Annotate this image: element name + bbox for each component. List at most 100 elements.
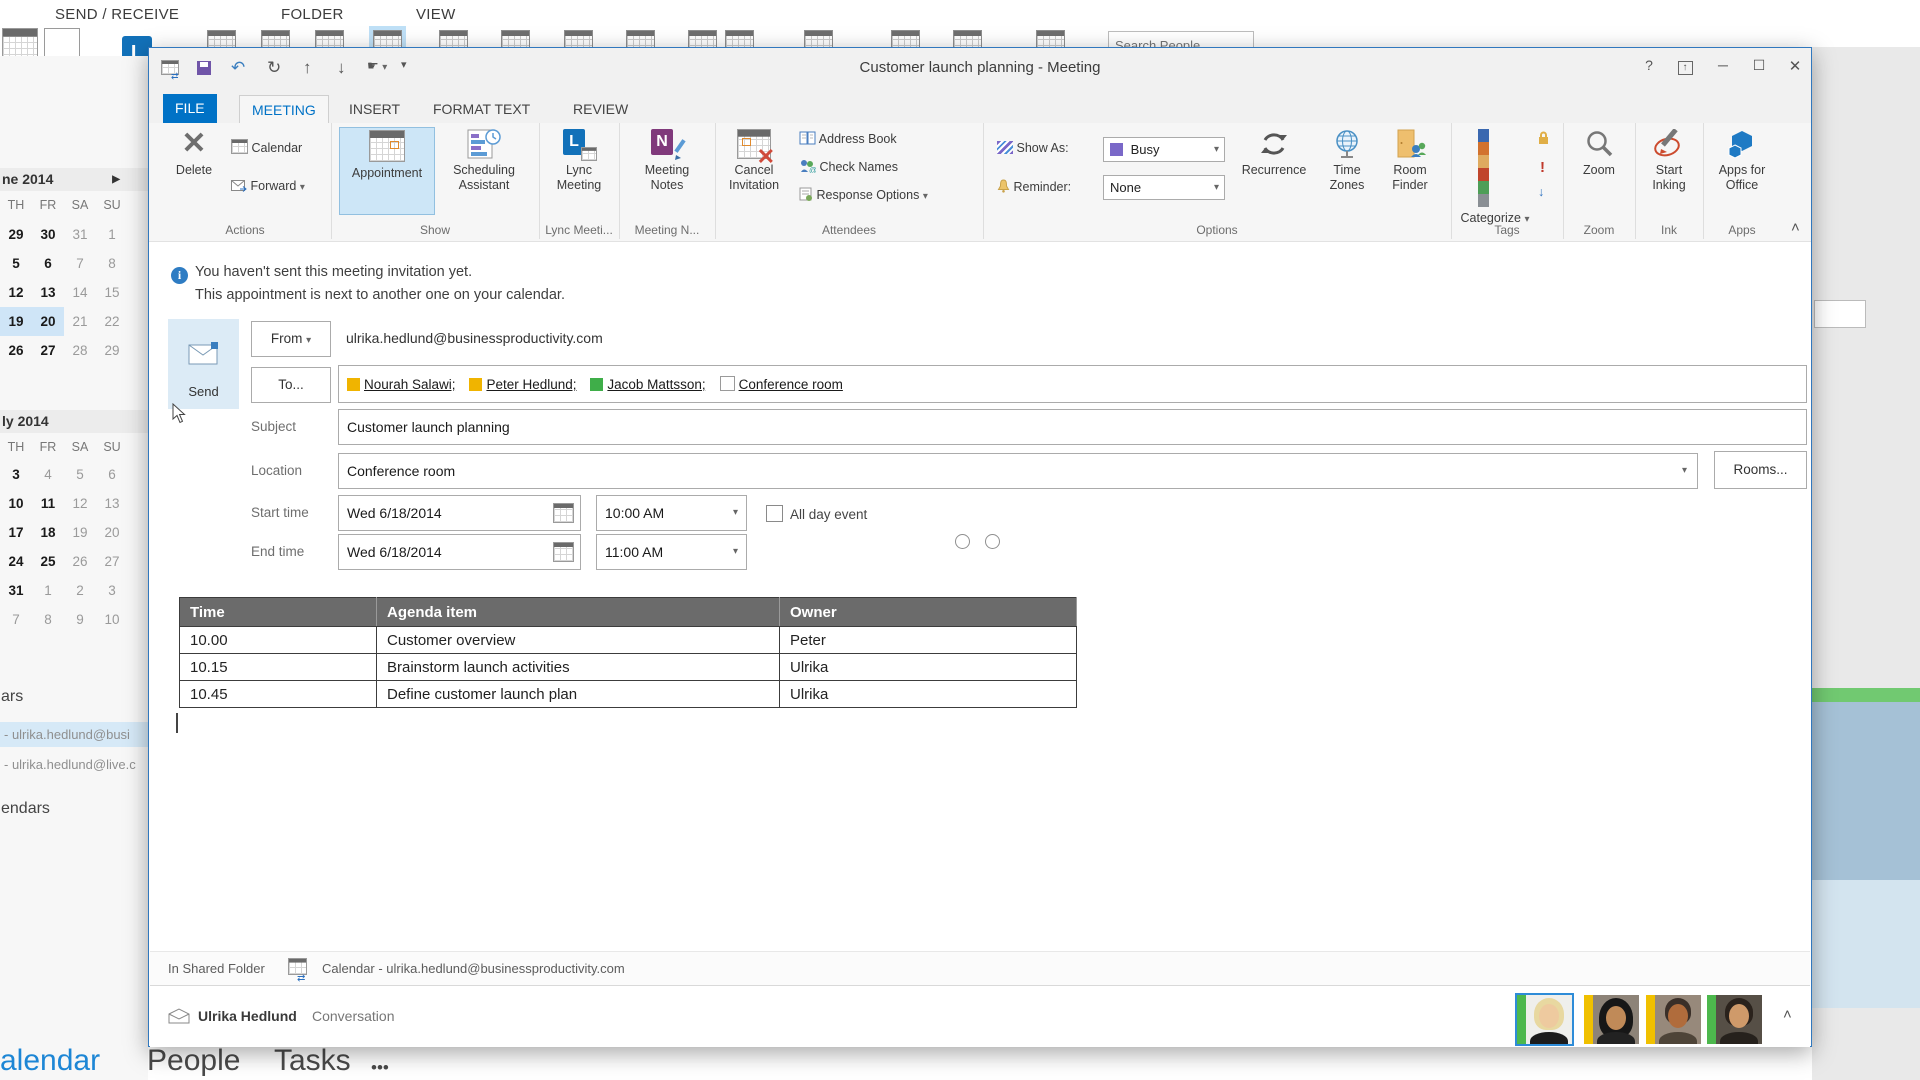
date-cell[interactable]: 29 [96,336,128,365]
response-options-button[interactable]: Response Options ▾ [799,187,928,202]
scheduling-assistant-button[interactable]: Scheduling Assistant [441,127,527,193]
rooms-button[interactable]: Rooms... [1714,451,1807,489]
cancel-invitation-button[interactable]: ✕ Cancel Invitation [721,127,787,193]
end-date-field[interactable]: Wed 6/18/2014 [338,534,581,570]
shared-calendar-path[interactable]: Calendar - ulrika.hedlund@businessproduc… [322,961,625,976]
date-cell[interactable]: 2 [64,576,96,605]
date-cell[interactable]: 7 [64,249,96,278]
date-cell[interactable]: 19 [64,518,96,547]
tab-meeting[interactable]: MEETING [239,95,329,123]
date-cell[interactable]: 5 [64,460,96,489]
recipient[interactable]: Nourah Salawi; [347,376,456,392]
date-cell[interactable]: 19 [0,307,32,336]
start-date-field[interactable]: Wed 6/18/2014 [338,495,581,531]
end-time-field[interactable]: 11:00 AM ▾ [596,534,747,570]
all-day-checkbox[interactable] [766,505,783,522]
tab-format-text[interactable]: FORMAT TEXT [421,95,542,123]
my-calendars-label[interactable]: ars [1,688,23,706]
date-cell[interactable]: 27 [32,336,64,365]
nav-people[interactable]: People [147,1044,240,1078]
help-icon[interactable]: ? [1635,57,1663,73]
tab-file[interactable]: FILE [163,94,217,123]
date-cell[interactable]: 18 [32,518,64,547]
date-cell[interactable]: 9 [64,605,96,634]
high-importance-button[interactable]: ! [1540,159,1545,176]
table-row[interactable]: 10.45 Define customer launch plan Ulrika [180,681,1077,708]
calendar-account-item[interactable]: - ulrika.hedlund@live.c [0,752,148,777]
private-button[interactable] [1537,131,1550,148]
location-field[interactable]: Conference room ▾ [338,453,1698,489]
tab-folder[interactable]: FOLDER [281,6,344,23]
next-month-icon[interactable]: ▶ [112,168,120,191]
calendar-button[interactable]: Calendar [231,139,302,155]
send-button[interactable]: Send [168,319,239,409]
recipient[interactable]: Peter Hedlund; [469,376,576,392]
chevron-down-icon[interactable]: ▾ [1682,454,1687,488]
date-picker-icon[interactable] [553,542,574,562]
person-photo-ulrika[interactable] [1517,995,1572,1044]
date-cell[interactable]: 6 [32,249,64,278]
date-cell[interactable]: 15 [96,278,128,307]
to-field[interactable]: Nourah Salawi; Peter Hedlund; Jacob Matt… [338,365,1807,403]
shared-calendar-icon[interactable]: ⇄ [288,958,315,980]
minimize-icon[interactable]: ─ [1709,57,1737,73]
table-row[interactable]: 10.15 Brainstorm launch activities Ulrik… [180,654,1077,681]
date-cell[interactable]: 17 [0,518,32,547]
date-cell[interactable]: 4 [32,460,64,489]
date-cell[interactable]: 8 [32,605,64,634]
from-button[interactable]: From ▾ [251,321,331,357]
conversation-person[interactable]: Ulrika Hedlund [198,1008,297,1024]
date-cell[interactable]: 1 [96,220,128,249]
start-inking-button[interactable]: Start Inking [1639,127,1699,193]
maximize-icon[interactable]: ☐ [1745,57,1773,74]
person-photo-nourah[interactable] [1584,995,1639,1044]
date-cell[interactable]: 31 [0,576,32,605]
room-finder-button[interactable]: Room Finder [1379,127,1441,193]
date-cell[interactable]: 20 [32,307,64,336]
date-cell[interactable]: 22 [96,307,128,336]
other-calendars-label[interactable]: endars [1,800,50,818]
pin-icon[interactable]: ↑ [1671,57,1699,75]
date-cell[interactable]: 5 [0,249,32,278]
appointment-button[interactable]: Appointment [339,127,435,215]
date-cell[interactable]: 31 [64,220,96,249]
date-cell[interactable]: 12 [64,489,96,518]
low-importance-button[interactable]: ↓ [1538,185,1544,199]
chevron-down-icon[interactable]: ▾ [733,535,738,569]
check-names-button[interactable]: @ Check Names [799,159,898,174]
person-photo-jacob[interactable] [1707,995,1762,1044]
tab-review[interactable]: REVIEW [561,95,640,123]
table-row[interactable]: 10.00 Customer overview Peter [180,627,1077,654]
date-cell[interactable]: 30 [32,220,64,249]
apps-for-office-button[interactable]: Apps for Office [1709,127,1775,193]
date-cell[interactable]: 3 [0,460,32,489]
nav-calendar[interactable]: alendar [0,1044,100,1078]
date-cell[interactable]: 10 [0,489,32,518]
tab-send-receive[interactable]: SEND / RECEIVE [55,6,179,23]
categorize-button[interactable]: Categorize ▾ [1459,127,1531,227]
close-icon[interactable]: ✕ [1781,57,1809,75]
date-cell[interactable]: 24 [0,547,32,576]
date-cell[interactable]: 29 [0,220,32,249]
recipient[interactable]: Conference room [720,376,843,392]
lync-meeting-button[interactable]: L Lync Meeting [545,127,613,193]
chevron-down-icon[interactable]: ▾ [733,496,738,530]
recipient[interactable]: Jacob Mattsson; [590,376,705,392]
person-photo-peter[interactable] [1646,995,1701,1044]
date-cell[interactable]: 13 [32,278,64,307]
meeting-notes-button[interactable]: N Meeting Notes [629,127,705,193]
expand-people-pane-icon[interactable]: ˄ [1783,1006,1792,1023]
date-cell[interactable]: 10 [96,605,128,634]
delete-button[interactable]: ✕ Delete [165,127,223,178]
date-cell[interactable]: 12 [0,278,32,307]
reminder-combo[interactable]: None ▾ [1103,175,1225,200]
date-picker-icon[interactable] [553,503,574,523]
date-cell[interactable]: 28 [64,336,96,365]
tab-view[interactable]: VIEW [416,6,456,23]
date-cell[interactable]: 25 [32,547,64,576]
forward-button[interactable]: Forward ▾ [231,179,305,193]
date-cell[interactable]: 26 [0,336,32,365]
date-cell[interactable]: 26 [64,547,96,576]
tab-insert[interactable]: INSERT [337,95,412,123]
all-day-label[interactable]: All day event [790,507,867,522]
